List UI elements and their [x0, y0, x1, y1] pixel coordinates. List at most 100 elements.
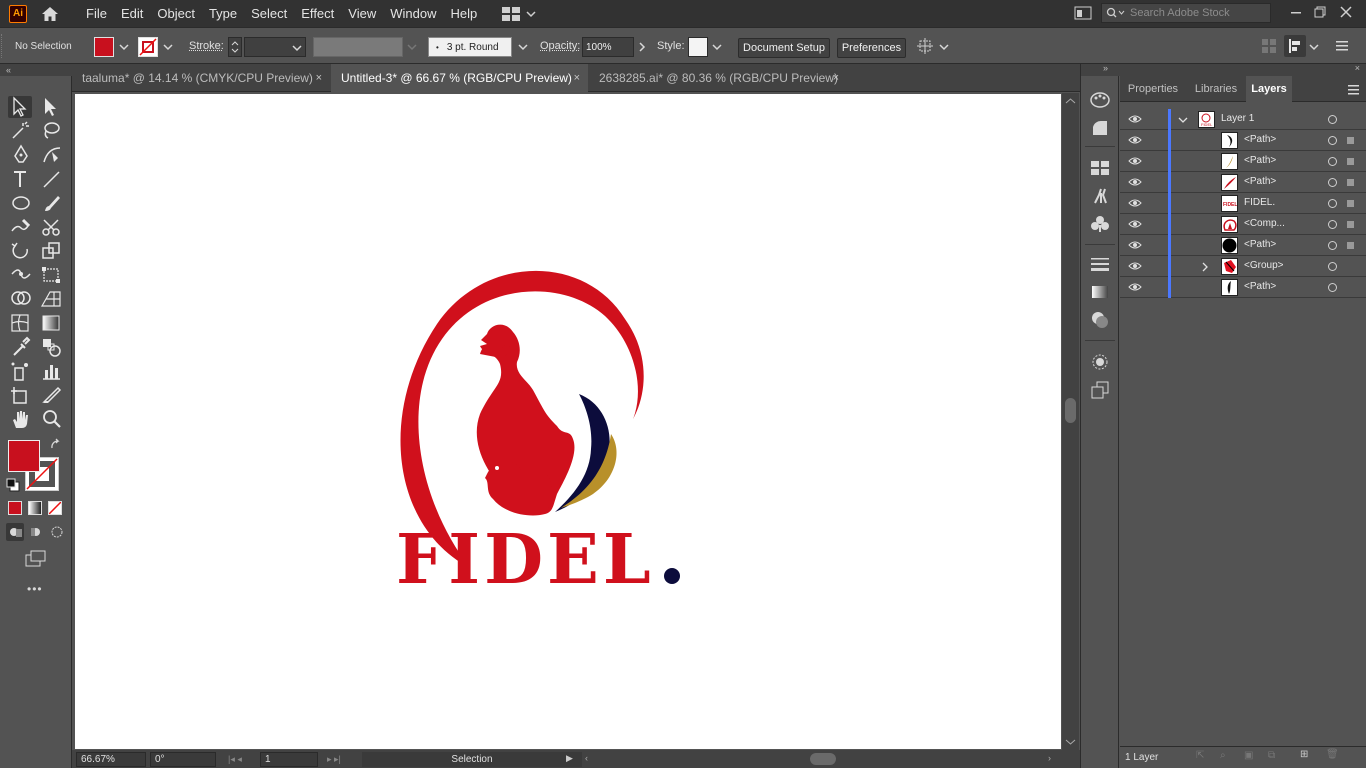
layer-item-row[interactable]: <Path>: [1120, 235, 1366, 256]
scroll-left-icon[interactable]: ‹: [585, 753, 588, 763]
target-circle-icon[interactable]: [1328, 262, 1337, 271]
scroll-right-icon[interactable]: ›: [1048, 753, 1051, 763]
artboard-nav-next-last-icon[interactable]: ▸ ▸|: [327, 754, 341, 765]
tab-properties[interactable]: Properties: [1120, 76, 1186, 102]
chevron-down-icon[interactable]: [163, 41, 173, 51]
home-icon[interactable]: [39, 5, 61, 23]
chevron-right-icon[interactable]: [1200, 262, 1210, 272]
blend-tool[interactable]: [39, 336, 63, 358]
vertical-scrollbar[interactable]: [1062, 93, 1079, 750]
color-guide-icon[interactable]: [1090, 118, 1110, 138]
visibility-eye-icon[interactable]: [1128, 176, 1142, 188]
line-tool[interactable]: [39, 168, 63, 190]
chevron-down-icon[interactable]: [939, 41, 949, 51]
tab-taaluma[interactable]: taaluma* @ 14.14 % (CMYK/CPU Preview) ×: [72, 64, 330, 92]
color-mode-icon[interactable]: [8, 501, 22, 515]
visibility-eye-icon[interactable]: [1128, 113, 1142, 125]
tab-libraries[interactable]: Libraries: [1186, 76, 1246, 102]
panel-menu-icon[interactable]: [1336, 40, 1350, 52]
target-circle-icon[interactable]: [1328, 136, 1337, 145]
opacity-label[interactable]: Opacity:: [540, 40, 580, 52]
layer-name[interactable]: <Comp...: [1244, 218, 1285, 229]
control-grip[interactable]: [1, 34, 3, 58]
chevron-down-icon[interactable]: [1309, 41, 1319, 51]
target-circle-icon[interactable]: [1328, 199, 1337, 208]
artboard-number-field[interactable]: 1: [260, 752, 318, 767]
transform-grid-icon[interactable]: [1262, 39, 1276, 53]
clipping-mask-icon[interactable]: ▣: [1244, 750, 1253, 761]
swap-fill-stroke-icon[interactable]: [49, 438, 63, 452]
delete-icon[interactable]: 🗑: [1326, 749, 1339, 760]
visibility-eye-icon[interactable]: [1128, 197, 1142, 209]
chevron-down-icon[interactable]: [1178, 115, 1188, 125]
layer-name[interactable]: <Path>: [1244, 155, 1276, 166]
locate-object-icon[interactable]: ⌕: [1220, 750, 1226, 761]
transparency-icon[interactable]: [1090, 310, 1110, 330]
close-icon[interactable]: [1335, 3, 1357, 21]
selection-square-icon[interactable]: [1347, 137, 1354, 144]
pen-tool[interactable]: [8, 144, 32, 166]
preferences-button[interactable]: Preferences: [837, 38, 906, 58]
selection-square-icon[interactable]: [1347, 221, 1354, 228]
new-sublayer-icon[interactable]: ⧉: [1268, 750, 1275, 761]
column-graph-tool[interactable]: [39, 360, 63, 382]
visibility-eye-icon[interactable]: [1128, 239, 1142, 251]
menu-edit[interactable]: Edit: [114, 0, 150, 27]
visibility-eye-icon[interactable]: [1128, 218, 1142, 230]
layer-item-row[interactable]: <Path>: [1120, 172, 1366, 193]
layer-item-row[interactable]: <Path>: [1120, 277, 1366, 298]
selection-square-icon[interactable]: [1347, 179, 1354, 186]
zoom-tool[interactable]: [39, 408, 63, 430]
ellipse-tool[interactable]: [8, 192, 32, 214]
layer-name[interactable]: <Group>: [1244, 260, 1283, 271]
menu-view[interactable]: View: [341, 0, 383, 27]
layer-item-row[interactable]: <Comp...: [1120, 214, 1366, 235]
align-icon[interactable]: [1284, 35, 1306, 57]
target-circle-icon[interactable]: [1328, 283, 1337, 292]
chevron-down-icon[interactable]: [407, 41, 417, 51]
magic-wand-tool[interactable]: [8, 120, 32, 142]
layer-name[interactable]: <Path>: [1244, 239, 1276, 250]
layer-item-row[interactable]: FIDEL. FIDEL.: [1120, 193, 1366, 214]
fidel-logo[interactable]: FIDEL: [75, 94, 1061, 749]
menu-effect[interactable]: Effect: [294, 0, 341, 27]
menu-type[interactable]: Type: [202, 0, 244, 27]
zoom-field[interactable]: 66.67%: [76, 752, 146, 767]
type-tool[interactable]: [8, 168, 32, 190]
graphic-styles-icon[interactable]: [1090, 380, 1110, 400]
close-tab-icon[interactable]: ×: [574, 72, 580, 84]
workspace-switcher-icon[interactable]: [502, 6, 536, 21]
visibility-eye-icon[interactable]: [1128, 281, 1142, 293]
layer-row[interactable]: FIDEL Layer 1: [1120, 109, 1366, 130]
search-input[interactable]: Search Adobe Stock: [1101, 3, 1271, 23]
target-circle-icon[interactable]: [1328, 178, 1337, 187]
symbol-sprayer-tool[interactable]: [8, 360, 32, 382]
direct-selection-tool[interactable]: [39, 96, 63, 118]
chevron-down-icon[interactable]: [712, 41, 722, 51]
gradient-mode-icon[interactable]: [28, 501, 42, 515]
layer-name[interactable]: <Path>: [1244, 176, 1276, 187]
layer-name[interactable]: FIDEL.: [1244, 197, 1275, 208]
panel-toggle-icon[interactable]: [1074, 6, 1092, 20]
selection-square-icon[interactable]: [1347, 242, 1354, 249]
scale-tool[interactable]: [39, 240, 63, 262]
menu-object[interactable]: Object: [150, 0, 202, 27]
none-mode-icon[interactable]: [48, 501, 62, 515]
curvature-tool[interactable]: [39, 144, 63, 166]
stroke-stepper[interactable]: [228, 37, 242, 57]
perspective-grid-tool[interactable]: [39, 288, 63, 310]
new-layer-icon[interactable]: ⊞: [1300, 749, 1308, 760]
brush-definition[interactable]: • 3 pt. Round: [428, 37, 512, 57]
layer-item-row[interactable]: <Group>: [1120, 256, 1366, 277]
layer-name[interactable]: Layer 1: [1221, 113, 1254, 124]
shaper-tool[interactable]: [8, 216, 32, 238]
default-fill-stroke-icon[interactable]: [6, 478, 20, 492]
gradient-panel-icon[interactable]: [1090, 282, 1110, 302]
stroke-panel-icon[interactable]: [1090, 254, 1110, 274]
dock-header[interactable]: »: [1081, 63, 1120, 76]
draw-behind-icon[interactable]: [28, 523, 46, 541]
more-tools-icon[interactable]: •••: [27, 582, 43, 596]
status-menu-icon[interactable]: ▶: [566, 753, 573, 764]
appearance-icon[interactable]: [1090, 352, 1110, 372]
target-circle-icon[interactable]: [1328, 220, 1337, 229]
